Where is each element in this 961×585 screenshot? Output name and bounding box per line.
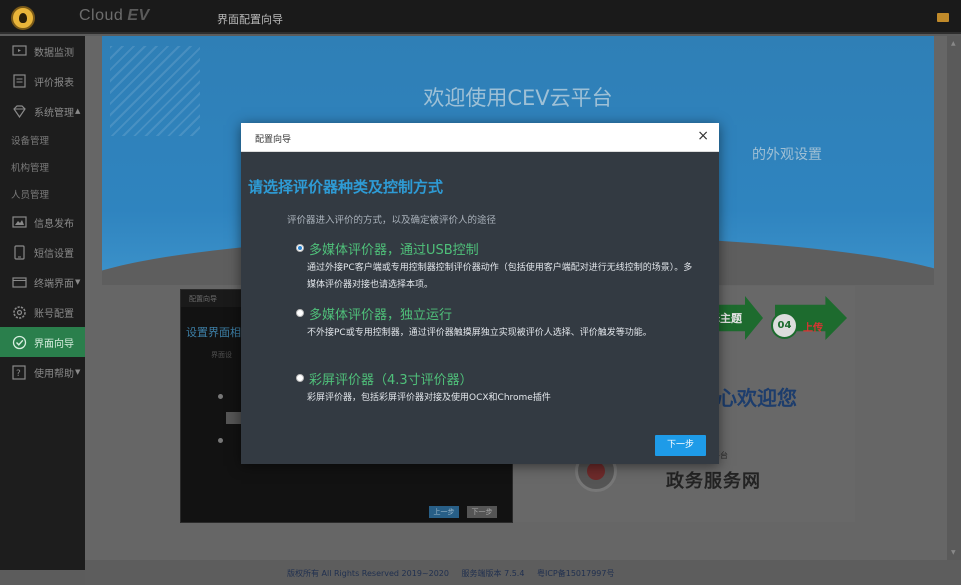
step-label: 上传 [803,323,823,334]
page-title: 界面配置向导 [217,13,283,26]
image-icon [11,215,27,229]
icp-link[interactable]: 粤ICP备15017997号 [537,569,615,578]
sidebar: 数据监测 评价报表 系统管理 ▲ 设备管理 机构管理 人员管理 信息发布 短信设置… [0,36,85,570]
sidebar-item-device[interactable]: 设备管理 [0,126,85,153]
option-title[interactable]: 彩屏评价器（4.3寸评价器） [309,369,473,388]
preview-welcome: 心欢迎您 [717,386,797,410]
sidebar-item-label: 数据监测 [34,47,74,59]
sidebar-item-data-monitor[interactable]: 数据监测 [0,36,85,66]
banner-subtitle: 的外观设置 [752,147,822,163]
sidebar-item-label: 终端界面 [34,278,74,290]
config-wizard-dialog: 配置向导 × 请选择评价器种类及控制方式 评价器进入评价的方式，以及确定被评价人… [241,123,719,464]
scroll-up-icon[interactable]: ▲ [951,40,956,47]
folder-icon[interactable] [937,13,949,22]
sidebar-item-label: 使用帮助 [34,368,74,380]
caret-down-icon: ▼ [75,278,81,286]
radio-unselected[interactable] [296,309,304,317]
sidebar-item-help[interactable]: ? 使用帮助 ▼ [0,357,85,387]
check-circle-icon [11,335,27,349]
dialog-title: 请选择评价器种类及控制方式 [248,178,444,196]
preview-radio [218,438,223,443]
sidebar-item-org[interactable]: 机构管理 [0,153,85,180]
copyright-text: 版权所有 All Rights Reserved 2019~2020 [287,569,449,578]
sidebar-item-system[interactable]: 系统管理 ▲ [0,96,85,126]
vertical-scrollbar[interactable]: ▲ ▼ [947,36,961,560]
sidebar-item-report[interactable]: 评价报表 [0,66,85,96]
preview-subtitle: 界面设 [211,351,232,359]
option-description: 通过外接PC客户端或专用控制器控制评价器动作（包括使用客户端配对进行无线控制的场… [307,263,693,290]
sidebar-item-label: 短信设置 [34,248,74,260]
version-text: 服务端版本 7.5.4 [461,569,525,578]
footer: 版权所有 All Rights Reserved 2019~2020 服务端版本… [85,560,961,585]
monitor-icon [11,44,27,58]
banner-title: 欢迎使用CEV云平台 [423,86,613,110]
sidebar-item-guide[interactable]: 界面向导 [0,327,85,357]
report-icon [11,74,27,88]
sidebar-item-label: 信息发布 [34,218,74,230]
preview-title: 设置界面相 [186,326,241,339]
sidebar-item-staff[interactable]: 人员管理 [0,180,85,207]
gear-icon [11,305,27,319]
caret-up-icon: ▲ [75,107,81,115]
brand-name: Cloud EV [79,7,150,24]
footer-text: 版权所有 All Rights Reserved 2019~2020 服务端版本… [287,568,624,579]
close-icon[interactable]: × [697,128,709,144]
top-bar: Cloud EV 界面配置向导 [0,0,961,34]
option-description: 不外接PC或专用控制器，通过评价器触摸屏独立实现被评价人选择、评价触发等功能。 [307,328,652,338]
scroll-down-icon[interactable]: ▼ [951,549,956,556]
sidebar-item-account[interactable]: 账号配置 [0,297,85,327]
preview-next-button: 下一步 [467,506,497,518]
sidebar-item-label: 评价报表 [34,77,74,89]
caret-down-icon: ▼ [75,368,81,376]
svg-text:?: ? [16,369,21,379]
option-description: 彩屏评价器，包括彩屏评价器对接及使用OCX和Chrome插件 [307,393,551,403]
sidebar-item-publish[interactable]: 信息发布 [0,207,85,237]
logo-icon[interactable] [11,6,35,30]
help-icon: ? [11,364,27,380]
radio-selected[interactable] [296,244,304,252]
dialog-header: 配置向导 × [241,123,719,152]
preview-radio [218,394,223,399]
option-title[interactable]: 多媒体评价器，独立运行 [309,304,452,323]
next-button[interactable]: 下一步 [655,435,706,456]
preview-prev-button: 上一步 [429,506,459,518]
phone-icon [11,244,27,260]
sidebar-item-label: 界面向导 [34,338,74,350]
sidebar-item-label: 系统管理 [34,107,74,119]
option-title[interactable]: 多媒体评价器，通过USB控制 [309,239,479,258]
sidebar-item-label: 账号配置 [34,308,74,320]
radio-unselected[interactable] [296,374,304,382]
sidebar-item-sms[interactable]: 短信设置 [0,237,85,267]
dialog-header-title: 配置向导 [255,135,292,145]
step-number: 04 [771,312,798,339]
dialog-description: 评价器进入评价的方式，以及确定被评价人的途径 [287,215,497,226]
diamond-icon [11,104,27,118]
display-icon [11,275,27,289]
sidebar-item-terminal[interactable]: 终端界面 ▼ [0,267,85,297]
gov-service-label: 政务服务网 [666,471,761,492]
